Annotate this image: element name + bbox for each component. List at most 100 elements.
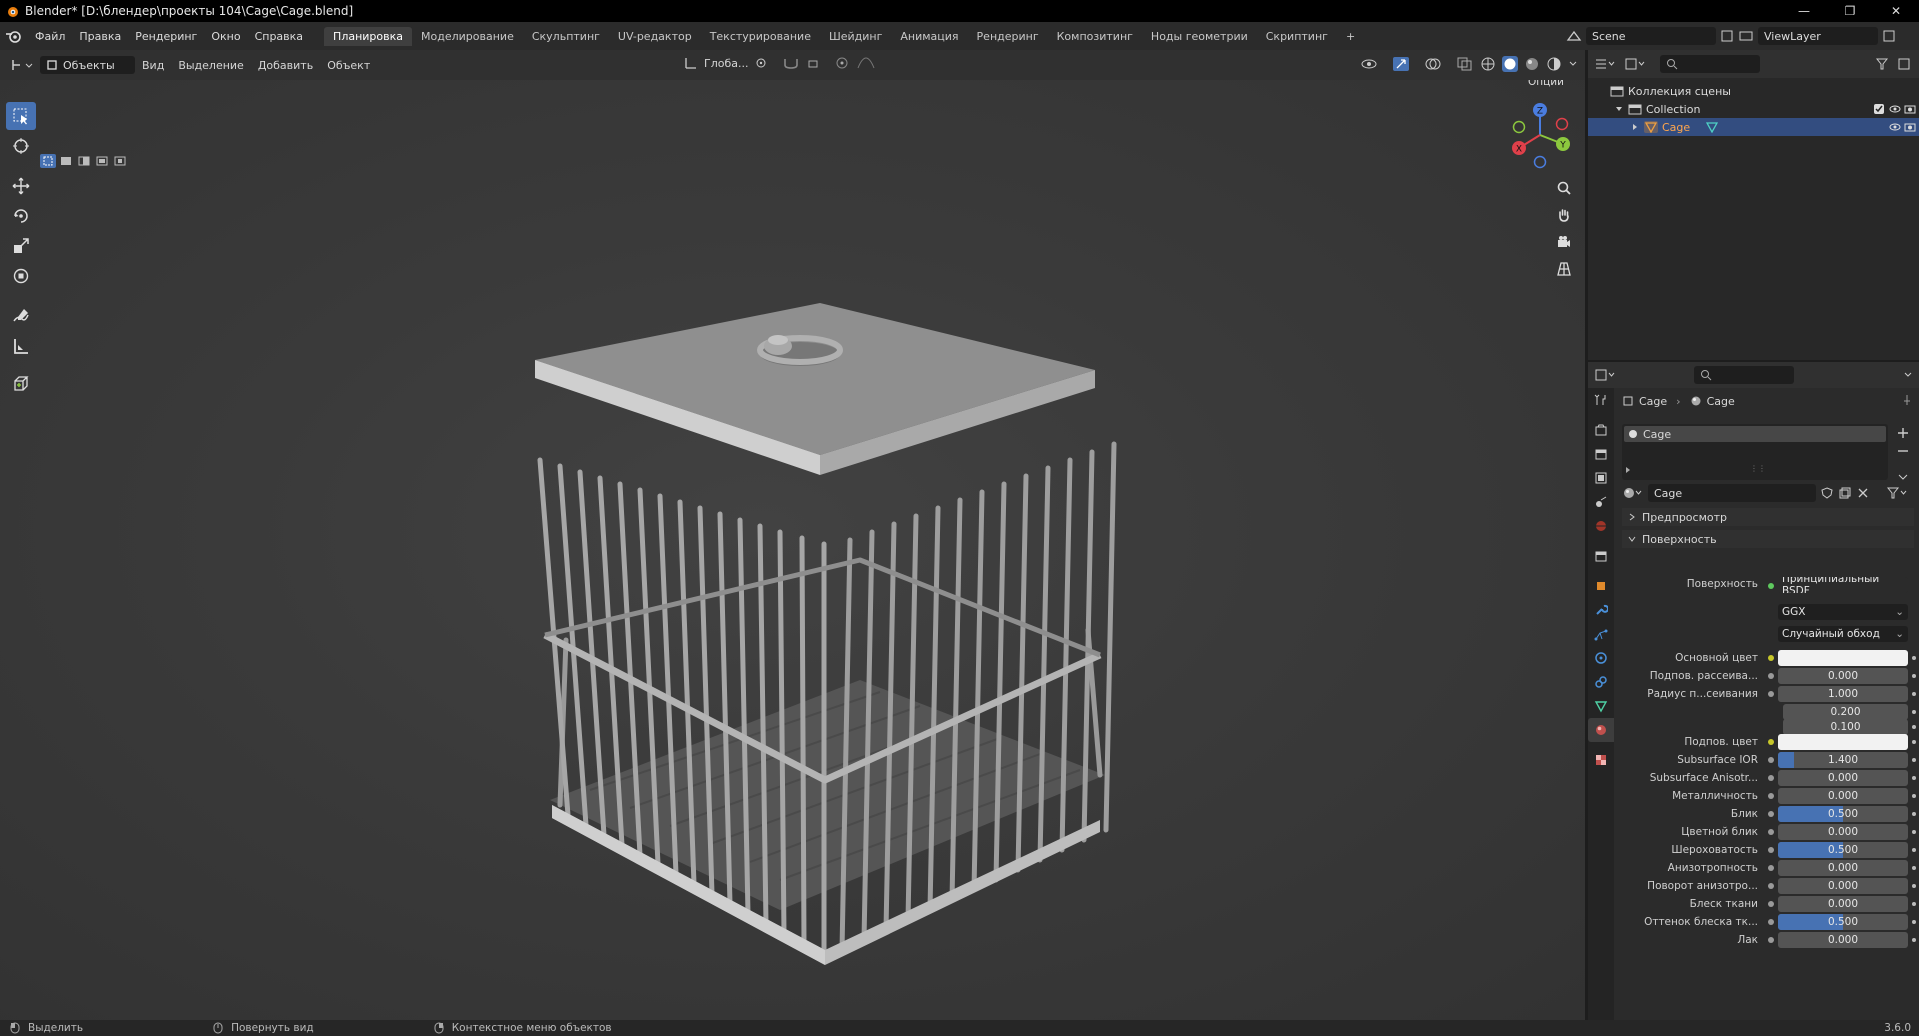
tool-rotate[interactable]: [6, 202, 36, 230]
keyframe-dot-icon[interactable]: [1912, 938, 1916, 942]
number-field[interactable]: 0.500: [1778, 914, 1908, 930]
tool-measure[interactable]: [6, 332, 36, 360]
snap-icon[interactable]: [782, 56, 800, 70]
menu-object[interactable]: Объект: [320, 59, 377, 72]
falloff-icon[interactable]: [856, 56, 876, 70]
tab-data[interactable]: [1588, 694, 1614, 718]
tab-sculpting[interactable]: Скульптинг: [523, 27, 609, 46]
tab-object[interactable]: [1588, 574, 1614, 598]
zoom-icon[interactable]: [1552, 176, 1576, 200]
snap-target-icon[interactable]: [806, 56, 828, 70]
pan-hand-icon[interactable]: [1552, 203, 1576, 227]
material-name-field[interactable]: Cage: [1648, 484, 1816, 502]
render-camera-icon[interactable]: [1904, 103, 1916, 115]
menu-window[interactable]: Окно: [204, 30, 247, 43]
browse-material-icon[interactable]: [1622, 485, 1644, 501]
tab-animation[interactable]: Анимация: [891, 27, 967, 46]
menu-select[interactable]: Выделение: [171, 59, 251, 72]
keyframe-dot-icon[interactable]: [1912, 758, 1916, 762]
section-preview[interactable]: Предпросмотр: [1622, 508, 1914, 526]
expand-arrow-icon[interactable]: [1624, 466, 1632, 474]
tab-particles[interactable]: [1588, 622, 1614, 646]
navigation-gizmo[interactable]: Z Y X: [1505, 100, 1575, 170]
properties-editor-icon[interactable]: [1594, 368, 1616, 382]
gizmo-toggle-icon[interactable]: [1392, 56, 1418, 72]
editor-type-icon[interactable]: [10, 57, 34, 73]
distribution-dropdown[interactable]: GGX ⌄: [1778, 604, 1908, 620]
keyframe-dot-icon[interactable]: [1912, 725, 1916, 729]
remove-slot-icon[interactable]: [1896, 444, 1910, 458]
socket-icon[interactable]: [1768, 739, 1774, 745]
pin-icon[interactable]: [1901, 394, 1913, 406]
tab-tool[interactable]: [1588, 388, 1614, 412]
number-field[interactable]: 0.000: [1778, 860, 1908, 876]
blender-menu-icon[interactable]: [0, 27, 28, 45]
tab-modeling[interactable]: Моделирование: [412, 27, 523, 46]
perspective-toggle-icon[interactable]: [1552, 257, 1576, 281]
select-extend-icon[interactable]: [58, 154, 74, 168]
add-workspace-button[interactable]: +: [1337, 27, 1364, 46]
tool-scale[interactable]: [6, 232, 36, 260]
maximize-button[interactable]: ❐: [1827, 0, 1873, 22]
tool-transform[interactable]: [6, 262, 36, 290]
select-subtract-icon[interactable]: [76, 154, 92, 168]
tab-texture-paint[interactable]: Текстурирование: [701, 27, 820, 46]
keyframe-dot-icon[interactable]: [1912, 812, 1916, 816]
number-field[interactable]: 0.000: [1778, 770, 1908, 786]
material-slot-item[interactable]: Cage: [1624, 426, 1886, 442]
link-filter-icon[interactable]: [1886, 486, 1908, 500]
tab-constraints[interactable]: [1588, 670, 1614, 694]
number-field[interactable]: 0.200: [1783, 704, 1908, 720]
menu-help[interactable]: Справка: [248, 30, 310, 43]
tab-geometry-nodes[interactable]: Ноды геометрии: [1142, 27, 1257, 46]
tab-physics[interactable]: [1588, 646, 1614, 670]
tool-select-box[interactable]: [6, 102, 36, 130]
render-camera-icon[interactable]: [1904, 121, 1916, 133]
visibility-icon[interactable]: [1360, 56, 1386, 72]
expand-arrow-icon[interactable]: [1614, 104, 1624, 114]
filter-icon[interactable]: [1875, 57, 1897, 71]
cage-model[interactable]: [480, 260, 1160, 1020]
section-surface[interactable]: Поверхность: [1622, 530, 1914, 548]
tab-shading[interactable]: Шейдинг: [820, 27, 891, 46]
keyframe-dot-icon[interactable]: [1912, 692, 1916, 696]
options-dropdown[interactable]: Опции: [1520, 80, 1572, 90]
unlink-material-icon[interactable]: [1856, 486, 1870, 500]
number-field[interactable]: 0.000: [1778, 668, 1908, 684]
tab-rendering[interactable]: Рендеринг: [968, 27, 1048, 46]
overlays-icon[interactable]: [1424, 56, 1450, 72]
fake-user-shield-icon[interactable]: [1820, 486, 1834, 500]
number-field[interactable]: 0.500: [1778, 806, 1908, 822]
keyframe-dot-icon[interactable]: [1912, 776, 1916, 780]
tab-render[interactable]: [1588, 418, 1614, 442]
surface-shader-field[interactable]: Принципиальный BSDF: [1778, 577, 1908, 593]
eye-icon[interactable]: [1889, 103, 1901, 115]
subsurface-method-dropdown[interactable]: Случайный обход ⌄: [1778, 626, 1908, 642]
socket-icon[interactable]: [1768, 691, 1774, 697]
select-intersect-icon[interactable]: [112, 154, 128, 168]
keyframe-dot-icon[interactable]: [1912, 848, 1916, 852]
rendered-shading-icon[interactable]: [1546, 56, 1562, 72]
keyframe-dot-icon[interactable]: [1912, 902, 1916, 906]
outliner-search[interactable]: [1660, 55, 1760, 73]
exclude-checkbox-icon[interactable]: [1873, 103, 1885, 115]
keyframe-dot-icon[interactable]: [1912, 884, 1916, 888]
number-field[interactable]: 0.000: [1778, 896, 1908, 912]
number-field[interactable]: 0.000: [1778, 932, 1908, 948]
socket-icon[interactable]: [1768, 775, 1774, 781]
close-button[interactable]: ✕: [1873, 0, 1919, 22]
number-field[interactable]: 0.000: [1778, 788, 1908, 804]
xray-icon[interactable]: [1456, 56, 1474, 72]
tool-add-cube[interactable]: [6, 370, 36, 398]
socket-icon[interactable]: [1768, 901, 1774, 907]
number-field[interactable]: 0.100: [1783, 719, 1908, 735]
chevron-down-icon[interactable]: [1896, 470, 1910, 484]
keyframe-dot-icon[interactable]: [1912, 710, 1916, 714]
keyframe-dot-icon[interactable]: [1912, 656, 1916, 660]
tab-texture[interactable]: [1588, 748, 1614, 772]
socket-icon[interactable]: [1768, 829, 1774, 835]
expand-arrow-icon[interactable]: [1630, 122, 1640, 132]
mode-dropdown[interactable]: Объекты: [40, 56, 135, 74]
socket-icon[interactable]: [1768, 655, 1774, 661]
number-field[interactable]: 1.000: [1778, 686, 1908, 702]
